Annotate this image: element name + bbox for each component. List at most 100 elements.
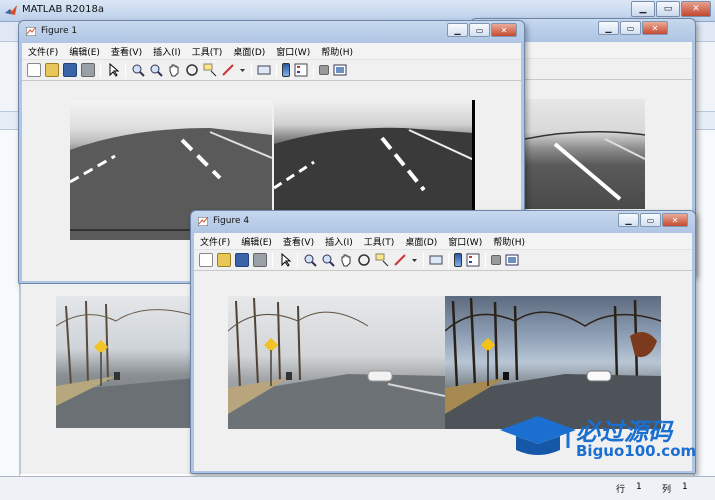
figure-4-menubar: 文件(F) 编辑(E) 查看(V) 插入(I) 工具(T) 桌面(D) 窗口(W…	[194, 233, 692, 250]
zoom-out-icon[interactable]	[321, 253, 335, 267]
data-cursor-icon[interactable]	[203, 63, 217, 77]
bg-close-button[interactable]: ✕	[642, 21, 668, 35]
hide-plot-tools-icon[interactable]	[319, 65, 329, 75]
image-border	[472, 100, 475, 210]
toolbar-separator	[272, 252, 273, 268]
figure-1-title: Figure 1	[41, 26, 78, 36]
save-icon[interactable]	[63, 63, 77, 77]
toolbar-separator	[313, 62, 314, 78]
matlab-window-controls: ▁ ▭ ✕	[630, 1, 711, 18]
print-icon[interactable]	[253, 253, 267, 267]
rotate-3d-icon[interactable]	[357, 253, 371, 267]
brush-icon[interactable]	[393, 253, 407, 267]
matlab-left-panel	[0, 130, 20, 476]
show-plot-tools-icon[interactable]	[505, 253, 519, 267]
new-file-icon[interactable]	[199, 253, 213, 267]
menu-insert[interactable]: 插入(I)	[325, 235, 353, 248]
toolbar-separator	[423, 252, 424, 268]
toolbar-separator	[297, 252, 298, 268]
toolbar-separator	[100, 62, 101, 78]
figure-4-toolbar	[194, 250, 692, 271]
zoom-in-icon[interactable]	[303, 253, 317, 267]
fig1-minimize-button[interactable]: ▁	[447, 23, 468, 37]
zoom-out-icon[interactable]	[149, 63, 163, 77]
pointer-icon[interactable]	[106, 62, 120, 77]
pan-hand-icon[interactable]	[339, 253, 353, 267]
fig1-close-button[interactable]: ✕	[491, 23, 517, 37]
col-label: 列	[662, 485, 672, 495]
menu-help[interactable]: 帮助(H)	[321, 45, 353, 58]
graduation-cap-icon	[500, 416, 576, 455]
colorbar-icon[interactable]	[454, 253, 462, 267]
figure-4-controls: ▁ ▭ ✕	[617, 213, 688, 227]
data-cursor-icon[interactable]	[375, 253, 389, 267]
menu-file[interactable]: 文件(F)	[200, 235, 230, 248]
colorbar-icon[interactable]	[282, 63, 290, 77]
figure-1-menubar: 文件(F) 编辑(E) 查看(V) 插入(I) 工具(T) 桌面(D) 窗口(W…	[22, 43, 521, 60]
open-folder-icon[interactable]	[217, 253, 231, 267]
fig1-maximize-button[interactable]: ▭	[469, 23, 490, 37]
pointer-icon[interactable]	[278, 252, 292, 267]
bg-figure-controls: ▁ ▭ ✕	[597, 21, 668, 35]
fig4-minimize-button[interactable]: ▁	[618, 213, 639, 227]
fig4-close-button[interactable]: ✕	[662, 213, 688, 227]
figure-1-controls: ▁ ▭ ✕	[446, 23, 517, 37]
watermark: 必过源码 Biguo100.com	[498, 410, 698, 466]
watermark-url: Biguo100.com	[576, 442, 697, 460]
new-file-icon[interactable]	[27, 63, 41, 77]
menu-window[interactable]: 窗口(W)	[276, 45, 310, 58]
chevron-down-icon[interactable]	[239, 63, 246, 77]
figure-icon	[26, 27, 36, 36]
brush-icon[interactable]	[221, 63, 235, 77]
close-button[interactable]: ✕	[681, 1, 711, 17]
bg-minimize-button[interactable]: ▁	[598, 21, 619, 35]
toolbar-separator	[251, 62, 252, 78]
menu-help[interactable]: 帮助(H)	[493, 235, 525, 248]
menu-tools[interactable]: 工具(T)	[192, 45, 223, 58]
minimize-button[interactable]: ▁	[631, 1, 655, 17]
grayscale-road-image-3	[525, 99, 645, 209]
col-value: 1	[682, 482, 688, 492]
menu-desktop[interactable]: 桌面(D)	[233, 45, 265, 58]
toolbar-separator	[125, 62, 126, 78]
grayscale-road-image-2	[274, 100, 474, 210]
figure-icon	[198, 217, 208, 226]
rotate-3d-icon[interactable]	[185, 63, 199, 77]
menu-file[interactable]: 文件(F)	[28, 45, 58, 58]
status-bar: 行 1 列 1	[0, 476, 715, 500]
bg-maximize-button[interactable]: ▭	[620, 21, 641, 35]
hide-plot-tools-icon[interactable]	[491, 255, 501, 265]
menu-desktop[interactable]: 桌面(D)	[405, 235, 437, 248]
print-icon[interactable]	[81, 63, 95, 77]
open-folder-icon[interactable]	[45, 63, 59, 77]
show-plot-tools-icon[interactable]	[333, 63, 347, 77]
menu-insert[interactable]: 插入(I)	[153, 45, 181, 58]
toolbar-separator	[448, 252, 449, 268]
color-road-image-original	[56, 296, 196, 428]
fig4-maximize-button[interactable]: ▭	[640, 213, 661, 227]
row-label: 行	[616, 485, 626, 495]
menu-edit[interactable]: 编辑(E)	[241, 235, 272, 248]
menu-window[interactable]: 窗口(W)	[448, 235, 482, 248]
pan-hand-icon[interactable]	[167, 63, 181, 77]
link-plot-icon[interactable]	[429, 253, 443, 267]
toolbar-separator	[276, 62, 277, 78]
chevron-down-icon[interactable]	[411, 253, 418, 267]
row-value: 1	[636, 482, 642, 492]
matlab-logo-icon	[5, 5, 17, 15]
figure-4-title: Figure 4	[213, 216, 250, 226]
menu-edit[interactable]: 编辑(E)	[69, 45, 100, 58]
menu-view[interactable]: 查看(V)	[283, 235, 314, 248]
legend-icon[interactable]	[466, 253, 480, 267]
maximize-button[interactable]: ▭	[656, 1, 680, 17]
menu-tools[interactable]: 工具(T)	[364, 235, 395, 248]
link-plot-icon[interactable]	[257, 63, 271, 77]
color-road-image-foggy	[228, 296, 445, 429]
workspace-figure-area	[20, 284, 196, 474]
legend-icon[interactable]	[294, 63, 308, 77]
zoom-in-icon[interactable]	[131, 63, 145, 77]
app-title: MATLAB R2018a	[22, 4, 105, 15]
save-icon[interactable]	[235, 253, 249, 267]
figure-1-toolbar	[22, 60, 521, 81]
menu-view[interactable]: 查看(V)	[111, 45, 142, 58]
